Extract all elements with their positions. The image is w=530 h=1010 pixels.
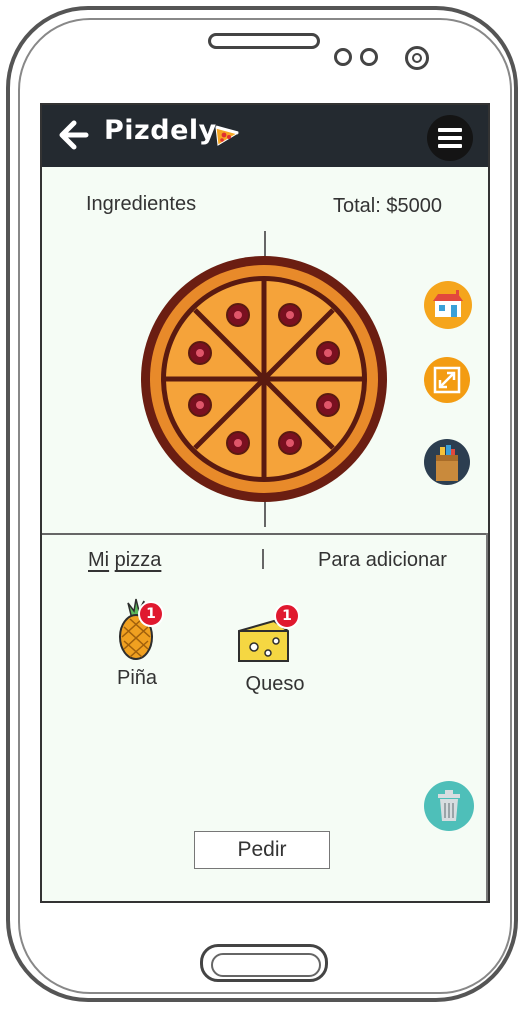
- app-screen: Pizdely Ingredientes Total: $5000 Mi piz…: [40, 103, 490, 903]
- hamburger-menu-icon[interactable]: [427, 115, 473, 161]
- order-button[interactable]: Pedir: [194, 831, 330, 869]
- app-title: Pizdely: [104, 115, 217, 146]
- ingredient-name: Piña: [116, 667, 158, 689]
- top-bar: Pizdely: [42, 105, 488, 167]
- camera-icon: [405, 46, 429, 70]
- tab-separator: [262, 549, 264, 569]
- ingredient-cheese[interactable]: 1 Queso: [230, 603, 320, 696]
- tab-my-pizza-prefix: Mi: [88, 549, 110, 571]
- section-divider: [42, 533, 488, 535]
- ingredient-pineapple[interactable]: 1 Piña: [102, 597, 182, 690]
- total-label: Total: $5000: [333, 195, 442, 217]
- sensor-icon: [360, 48, 378, 66]
- tab-my-pizza[interactable]: Mi pizza: [88, 549, 161, 572]
- arrow-left-icon[interactable]: [58, 117, 90, 153]
- ingredient-name: Queso: [245, 673, 305, 695]
- expand-icon[interactable]: [424, 357, 470, 403]
- pizza-slice-icon: [214, 123, 240, 151]
- home-button[interactable]: [200, 944, 328, 982]
- cheese-icon: 1: [230, 603, 320, 663]
- pineapple-count-badge: 1: [138, 601, 164, 627]
- trash-icon[interactable]: [424, 781, 474, 831]
- pineapple-icon: 1: [102, 597, 182, 663]
- speaker-grille: [208, 33, 320, 49]
- sensor-icon: [334, 48, 352, 66]
- cheese-count-badge: 1: [274, 603, 300, 629]
- grocery-bag-icon[interactable]: [424, 439, 470, 485]
- store-icon[interactable]: [424, 281, 472, 329]
- tab-my-pizza-word: pizza: [114, 549, 162, 571]
- panel-border: [486, 533, 488, 901]
- tab-to-add[interactable]: Para adicionar: [318, 549, 447, 572]
- pizza-preview[interactable]: [140, 255, 388, 507]
- ingredients-label: Ingredientes: [86, 193, 197, 215]
